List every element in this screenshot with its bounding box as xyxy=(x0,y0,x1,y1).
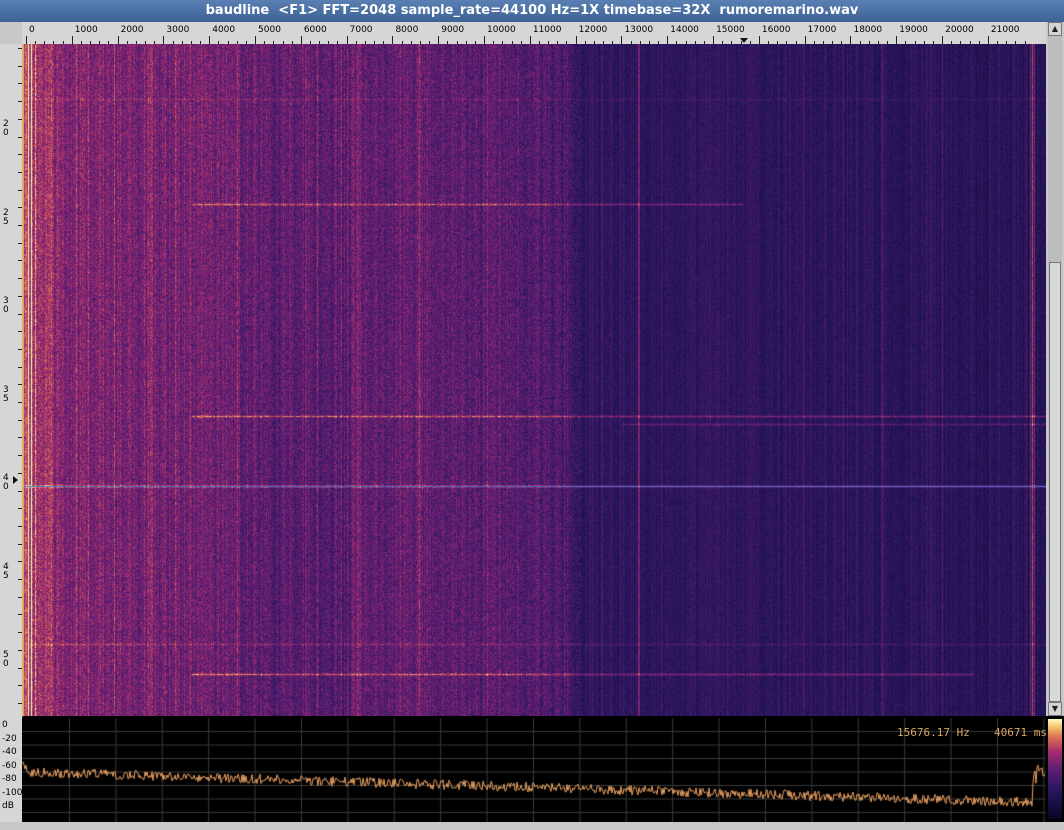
freq-major-tick xyxy=(300,36,302,44)
freq-major-tick xyxy=(26,36,27,44)
freq-tick-label: 2000 xyxy=(120,25,144,35)
freq-tick-label: 18000 xyxy=(853,25,883,35)
freq-tick-label: 7000 xyxy=(349,25,373,35)
db-tick-label: -80 xyxy=(2,774,17,784)
time-tick-label: 30 xyxy=(3,296,9,315)
freq-major-tick xyxy=(942,36,944,44)
freq-tick-label: 3000 xyxy=(166,25,190,35)
time-tick-label: 40 xyxy=(3,473,9,492)
frequency-ruler[interactable]: 0 1000 2000 3000 4000 5000 6000 7000 8000 9000 100… xyxy=(22,22,1046,45)
db-tick-label: -20 xyxy=(2,733,17,744)
freq-major-tick xyxy=(117,36,119,44)
spectrum-panel: 0 -20 -40 -60 -80 -100 dB 15676.17 Hz 40671 ms xyxy=(0,716,1064,822)
freq-major-tick xyxy=(575,36,577,44)
db-tick-label: -60 xyxy=(2,760,17,771)
freq-tick-label: 8000 xyxy=(395,25,419,35)
freq-tick-label: 6000 xyxy=(303,25,327,35)
spectrogram-display[interactable] xyxy=(22,44,1046,716)
freq-major-tick xyxy=(758,36,760,44)
window-title: baudline <F1> FFT=2048 sample_rate=44100… xyxy=(205,3,859,18)
frequency-marker-icon[interactable] xyxy=(740,38,749,43)
freq-major-tick xyxy=(987,36,989,44)
freq-major-tick xyxy=(529,36,531,44)
freq-tick-label: 19000 xyxy=(899,25,928,35)
scroll-down-icon[interactable]: ▼ xyxy=(1048,702,1062,716)
freq-major-tick xyxy=(346,36,348,44)
freq-tick-label: 12000 xyxy=(578,25,608,35)
db-tick-label: 0 xyxy=(2,720,8,730)
freq-tick-label: 5000 xyxy=(258,25,281,35)
time-marker-icon[interactable] xyxy=(13,476,18,484)
freq-tick-label: 9000 xyxy=(441,25,465,35)
color-scale-bar xyxy=(1048,719,1062,819)
scroll-thumb[interactable] xyxy=(1049,262,1061,702)
db-axis: 0 -20 -40 -60 -80 -100 dB xyxy=(0,716,23,822)
freq-major-tick xyxy=(209,36,211,44)
freq-tick-label: 11000 xyxy=(532,25,562,35)
db-tick-label: -40 xyxy=(2,747,17,757)
time-tick-label: 20 xyxy=(3,119,9,138)
freq-tick-label: 10000 xyxy=(487,25,516,35)
freq-major-tick xyxy=(392,36,394,44)
time-tick-label: 45 xyxy=(3,561,9,581)
scroll-up-icon[interactable]: ▲ xyxy=(1048,22,1062,36)
freq-major-tick xyxy=(667,36,669,44)
freq-tick-label: 21000 xyxy=(990,25,1020,35)
frequency-readout: 15676.17 Hz xyxy=(897,726,970,739)
vertical-scrollbar[interactable]: ▲ ▼ xyxy=(1048,22,1062,716)
time-ruler[interactable]: 20 25 30 35 40 45 50 xyxy=(0,44,23,716)
freq-major-tick xyxy=(804,36,806,44)
freq-major-tick xyxy=(713,36,715,44)
time-tick-label: 35 xyxy=(3,384,9,404)
freq-major-tick xyxy=(484,36,486,44)
freq-tick-label: 0 xyxy=(29,25,35,35)
freq-tick-label: 20000 xyxy=(945,25,974,35)
time-tick-label: 25 xyxy=(3,207,9,227)
title-bar[interactable]: baudline <F1> FFT=2048 sample_rate=44100… xyxy=(0,0,1064,22)
db-tick-label: -100 xyxy=(2,787,23,798)
freq-major-tick xyxy=(850,36,852,44)
freq-tick-label: 13000 xyxy=(624,25,654,35)
freq-tick-label: 4000 xyxy=(212,25,236,35)
freq-tick-label: 17000 xyxy=(807,25,837,35)
freq-major-tick xyxy=(255,36,257,44)
spectrum-plot[interactable] xyxy=(22,718,1046,822)
freq-major-tick xyxy=(438,36,440,44)
freq-tick-label: 14000 xyxy=(670,25,699,35)
bottom-frame xyxy=(0,822,1064,830)
freq-major-tick xyxy=(163,36,165,44)
time-readout: 40671 ms xyxy=(994,726,1047,739)
freq-major-tick xyxy=(896,36,898,44)
freq-major-tick xyxy=(621,36,623,44)
db-tick-label: dB xyxy=(2,801,14,811)
time-tick-label: 50 xyxy=(3,650,9,669)
freq-major-tick xyxy=(71,36,73,44)
freq-tick-label: 16000 xyxy=(761,25,791,35)
freq-tick-label: 15000 xyxy=(716,25,745,35)
freq-tick-label: 1000 xyxy=(74,25,98,35)
